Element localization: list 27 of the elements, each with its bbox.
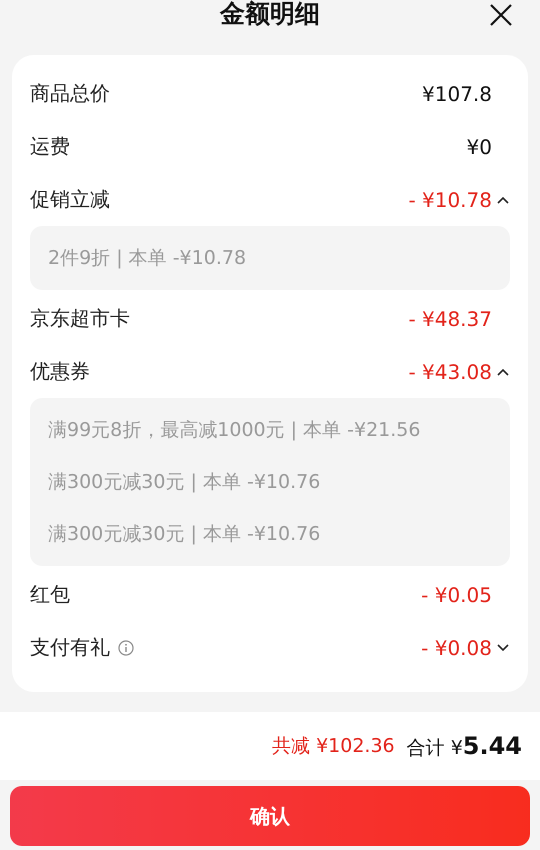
- row-value: ¥0: [466, 134, 492, 158]
- close-button[interactable]: [488, 2, 514, 28]
- row-label: 商品总价: [30, 80, 110, 107]
- confirm-button[interactable]: 确认: [10, 786, 530, 846]
- caret-down-icon[interactable]: [497, 644, 509, 652]
- dialog-title: 金额明细: [220, 0, 320, 28]
- row-label: 促销立减: [30, 186, 110, 213]
- detail-text: 满300元减30元 | 本单 -¥10.76: [48, 470, 322, 495]
- row-value: ¥107.8: [422, 82, 492, 106]
- row-value: - ¥0.05: [421, 582, 492, 606]
- row-label: 红包: [30, 581, 70, 608]
- row-label: 支付有礼: [30, 634, 110, 661]
- row-value: - ¥10.78: [408, 188, 492, 212]
- saved-amount: 共减 ¥102.36: [272, 734, 395, 759]
- detail-text: 满300元减30元 | 本单 -¥10.76: [48, 522, 322, 547]
- row-label: 京东超市卡: [30, 305, 130, 332]
- detail-text: 2件9折 | 本单 -¥10.78: [48, 246, 248, 271]
- row-value: - ¥0.08: [421, 636, 492, 660]
- detail-text: 满99元8折，最高减1000元 | 本单 -¥21.56: [48, 418, 422, 443]
- row-label: 运费: [30, 133, 70, 160]
- info-icon[interactable]: [118, 640, 134, 656]
- row-value: - ¥43.08: [408, 360, 492, 384]
- caret-up-icon[interactable]: [497, 196, 509, 204]
- row-label: 优惠券: [30, 358, 90, 385]
- row-value: - ¥48.37: [408, 306, 492, 330]
- total-amount: 合计 ¥5.44: [406, 732, 522, 760]
- caret-up-icon[interactable]: [497, 368, 509, 376]
